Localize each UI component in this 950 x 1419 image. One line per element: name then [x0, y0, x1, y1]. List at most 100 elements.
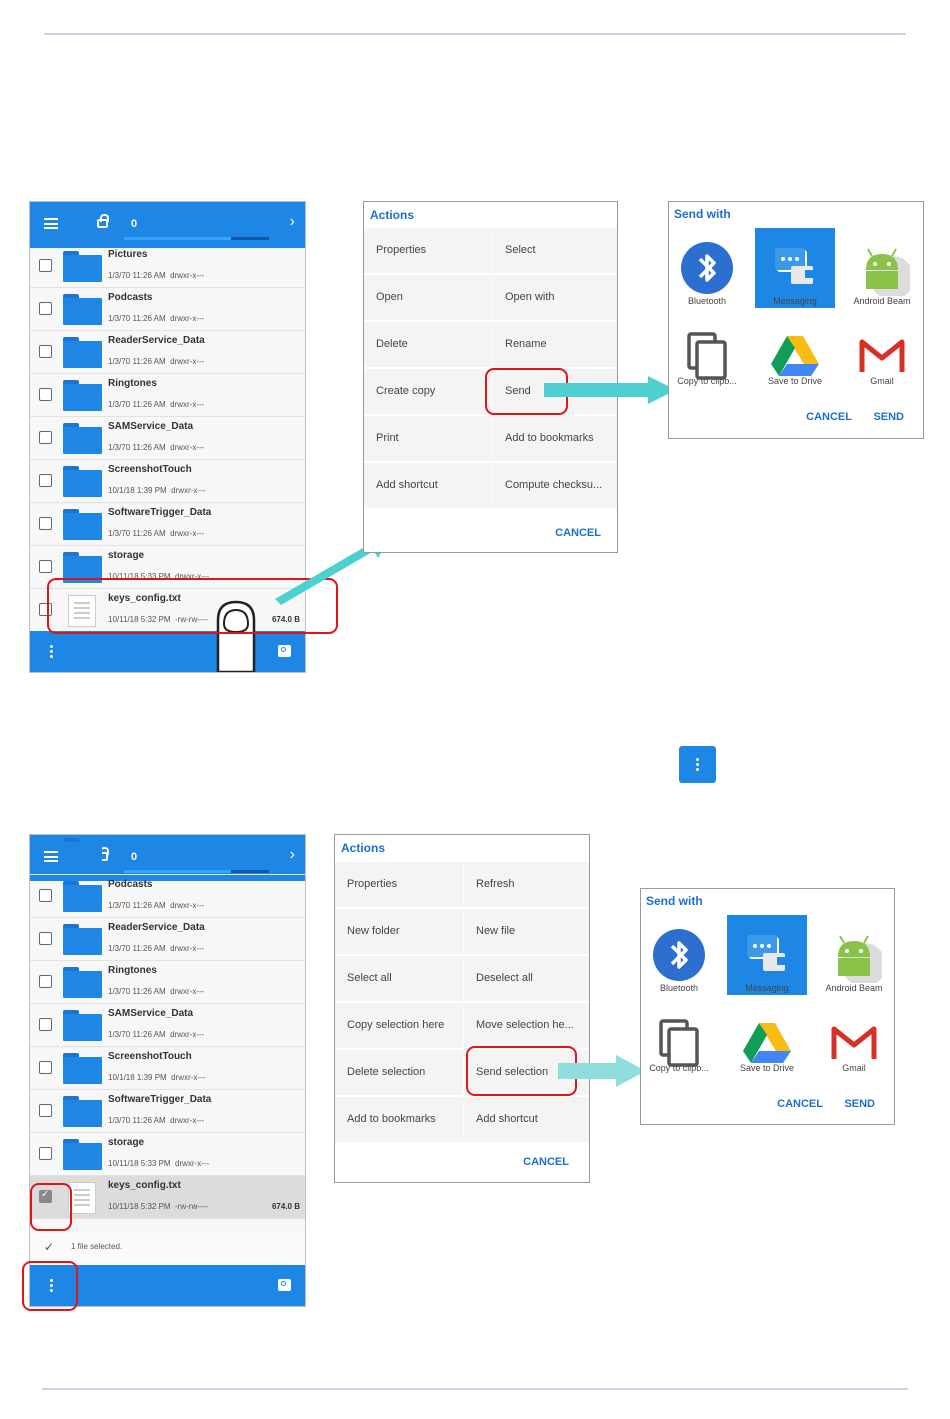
more-options-icon[interactable]	[50, 645, 53, 658]
file-permissions: drwxr-x---	[170, 357, 205, 366]
file-name: ReaderService_Data	[108, 335, 205, 346]
action-item[interactable]: Deselect all	[476, 972, 533, 984]
action-item[interactable]: Open	[376, 291, 403, 303]
row-checkbox[interactable]	[39, 388, 52, 401]
row-checkbox[interactable]	[39, 517, 52, 530]
list-item[interactable]: ScreenshotTouch 10/1/18 1:39 PM drwxr-x--…	[30, 460, 305, 503]
list-item[interactable]: ReaderService_Data 1/3/70 11:26 AM drwxr-…	[30, 331, 305, 374]
list-item[interactable]: storage 10/11/18 5:33 PM drwxr-x---	[30, 1133, 305, 1176]
file-date: 10/1/18 1:39 PM	[108, 486, 167, 495]
send-button[interactable]: SEND	[844, 1098, 875, 1110]
row-checkbox[interactable]	[39, 1147, 52, 1160]
list-item[interactable]: SAMService_Data 1/3/70 11:26 AM drwxr-x--…	[30, 1004, 305, 1047]
action-item[interactable]: Add to bookmarks	[347, 1113, 436, 1125]
action-item[interactable]: Copy selection here	[347, 1019, 444, 1031]
list-item[interactable]: SoftwareTrigger_Data 1/3/70 11:26 AM drwx…	[30, 503, 305, 546]
action-item[interactable]: Select all	[347, 972, 392, 984]
file-permissions: drwxr-x---	[170, 443, 205, 452]
list-item[interactable]: Podcasts 1/3/70 11:26 AM drwxr-x---	[30, 288, 305, 331]
file-permissions: drwxr-x---	[170, 944, 205, 953]
action-row: Copy selection here Move selection he...	[335, 1003, 589, 1049]
android-beam-icon[interactable]	[826, 927, 886, 988]
list-item[interactable]: SoftwareTrigger_Data 1/3/70 11:26 AM drwx…	[30, 1090, 305, 1133]
file-name: SoftwareTrigger_Data	[108, 507, 212, 518]
action-item[interactable]: Create copy	[376, 385, 435, 397]
bluetooth-icon[interactable]	[651, 927, 707, 988]
file-manager-screen-2: 0 › Podcasts 1/3/70 11:26 AM drwxr-x--- Re…	[29, 834, 306, 1307]
action-item[interactable]: Print	[376, 432, 399, 444]
file-date: 1/3/70 11:26 AM	[108, 314, 166, 323]
row-checkbox[interactable]	[39, 560, 52, 573]
action-item[interactable]: Properties	[376, 244, 426, 256]
action-item[interactable]: Delete	[376, 338, 408, 350]
messaging-icon[interactable]	[739, 927, 795, 988]
app-label: Save to Drive	[767, 376, 823, 386]
messaging-icon[interactable]	[767, 240, 823, 301]
list-item[interactable]: Podcasts 1/3/70 11:26 AM drwxr-x---	[30, 875, 305, 918]
send-with-dialog-1: Send with Bluetooth Messaging Android Beam C…	[668, 201, 924, 439]
action-row: Add to bookmarks Add shortcut	[335, 1097, 589, 1143]
bluetooth-icon[interactable]	[679, 240, 735, 301]
cancel-button[interactable]: CANCEL	[777, 1098, 823, 1110]
row-checkbox[interactable]	[39, 1104, 52, 1117]
list-item[interactable]: Ringtones 1/3/70 11:26 AM drwxr-x---	[30, 961, 305, 1004]
folder-icon	[63, 466, 102, 497]
file-meta: 1/3/70 11:26 AM drwxr-x---	[108, 529, 204, 538]
cancel-button[interactable]: CANCEL	[806, 411, 852, 423]
lock-icon[interactable]	[97, 214, 109, 228]
file-date: 1/3/70 11:26 AM	[108, 944, 166, 953]
row-checkbox[interactable]	[39, 259, 52, 272]
action-item[interactable]: Add to bookmarks	[505, 432, 594, 444]
file-meta: 1/3/70 11:26 AM drwxr-x---	[108, 987, 204, 996]
action-item[interactable]: Open with	[505, 291, 555, 303]
action-item[interactable]: Refresh	[476, 878, 515, 890]
send-button[interactable]: SEND	[873, 411, 904, 423]
action-item[interactable]: Add shortcut	[376, 479, 438, 491]
list-item[interactable]: Ringtones 1/3/70 11:26 AM drwxr-x---	[30, 374, 305, 417]
actions-dialog-2: Actions Properties Refresh New folder New f…	[334, 834, 590, 1183]
row-checkbox[interactable]	[39, 431, 52, 444]
row-checkbox[interactable]	[39, 1061, 52, 1074]
file-permissions: drwxr-x---	[170, 271, 205, 280]
action-item[interactable]: Compute checksu...	[505, 479, 602, 491]
row-checkbox[interactable]	[39, 345, 52, 358]
list-item[interactable]: Pictures 1/3/70 11:26 AM drwxr-x---	[30, 245, 305, 288]
more-options-icon	[679, 746, 716, 783]
app-label: Gmail	[870, 376, 894, 386]
menu-icon[interactable]	[44, 218, 58, 229]
list-item[interactable]: SAMService_Data 1/3/70 11:26 AM drwxr-x--…	[30, 417, 305, 460]
action-item[interactable]: Select	[505, 244, 536, 256]
action-item[interactable]: Properties	[347, 878, 397, 890]
folder-icon	[63, 251, 102, 282]
action-item[interactable]: New file	[476, 925, 515, 937]
file-size: 674.0 B	[271, 1202, 300, 1211]
action-item[interactable]: New folder	[347, 925, 400, 937]
divider	[492, 232, 493, 270]
action-item[interactable]: Rename	[505, 338, 547, 350]
folder-icon	[63, 1096, 102, 1127]
cancel-button[interactable]: CANCEL	[523, 1156, 569, 1168]
file-date: 10/11/18 5:32 PM	[108, 1202, 171, 1211]
list-item[interactable]: ReaderService_Data 1/3/70 11:26 AM drwxr-…	[30, 918, 305, 961]
action-item[interactable]: Delete selection	[347, 1066, 425, 1078]
file-date: 10/1/18 1:39 PM	[108, 1073, 167, 1082]
row-checkbox[interactable]	[39, 302, 52, 315]
android-beam-icon[interactable]	[854, 240, 914, 301]
file-name: storage	[108, 1137, 145, 1148]
file-permissions: drwxr-x---	[170, 901, 205, 910]
list-item[interactable]: ScreenshotTouch 10/1/18 1:39 PM drwxr-x--…	[30, 1047, 305, 1090]
search-icon[interactable]	[278, 645, 291, 657]
chevron-right-icon[interactable]: ›	[290, 213, 295, 231]
action-item[interactable]: Add shortcut	[476, 1113, 538, 1125]
row-checkbox[interactable]	[39, 474, 52, 487]
action-item[interactable]: Move selection he...	[476, 1019, 574, 1031]
row-checkbox[interactable]	[39, 1018, 52, 1031]
row-checkbox[interactable]	[39, 975, 52, 988]
divider	[463, 913, 464, 951]
search-icon[interactable]	[278, 1279, 291, 1291]
row-checkbox[interactable]	[39, 889, 52, 902]
row-checkbox[interactable]	[39, 932, 52, 945]
file-meta: 1/3/70 11:26 AM drwxr-x---	[108, 314, 204, 323]
cancel-button[interactable]: CANCEL	[555, 527, 601, 539]
action-row: Properties Select	[364, 228, 617, 274]
